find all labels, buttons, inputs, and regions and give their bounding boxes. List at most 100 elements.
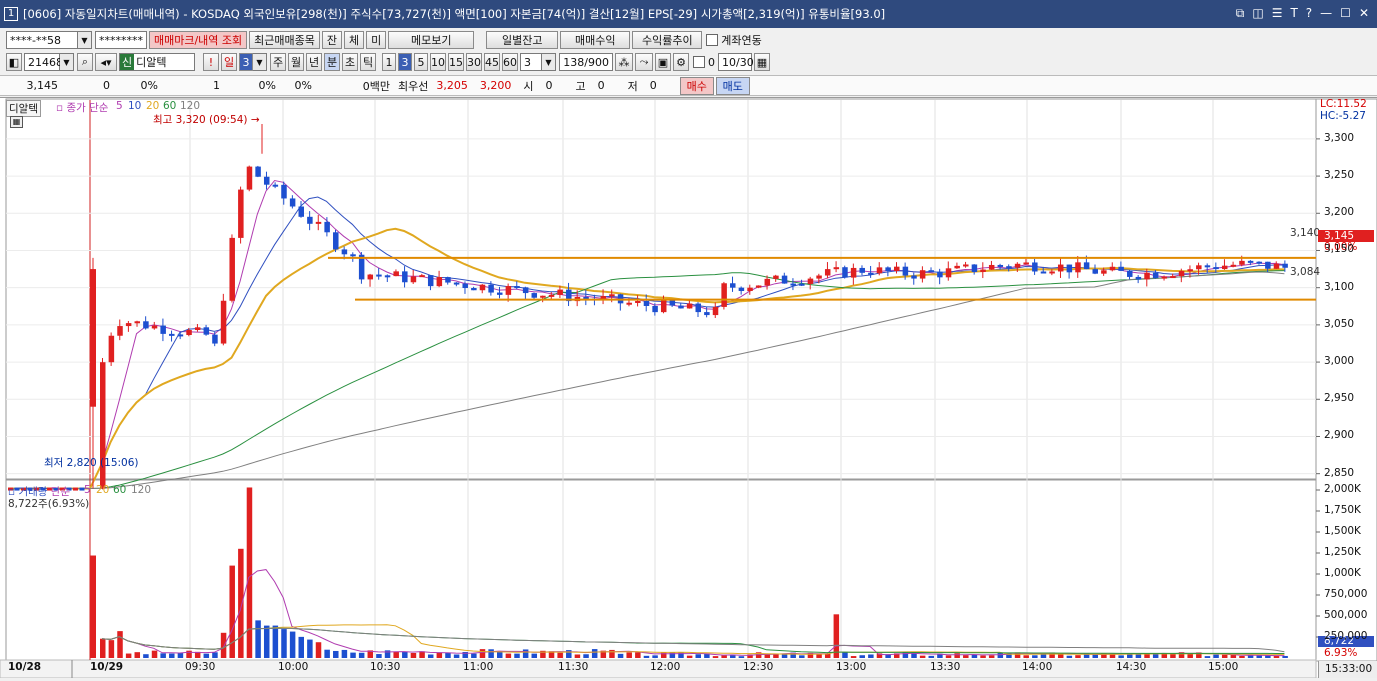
unfilled-button[interactable]: 미 [366,31,387,49]
volume-bar [686,655,693,658]
password-input[interactable]: ******** [95,31,147,49]
volume-bar [177,653,184,658]
minute-3[interactable]: 3 [398,53,412,71]
candle [281,184,287,199]
period-dropdown[interactable]: ▼ [253,53,267,71]
minute-1[interactable]: 1 [382,53,396,71]
candle [263,176,270,185]
price-pane-title[interactable]: 디알텍 [6,100,41,117]
price-ma-10: 10 [128,100,142,112]
volume-bar [1170,654,1176,658]
save-icon[interactable]: ▣ [655,53,671,71]
candle [497,292,503,295]
calendar-icon[interactable]: ▦ [754,53,770,71]
overlay-icon[interactable]: ⁂ [615,53,633,71]
volume-bar [315,642,322,658]
minute-45[interactable]: 45 [484,53,500,71]
candle [954,265,960,269]
font-icon[interactable]: T [1290,6,1297,21]
price-y-tick: 3,000 [1324,355,1355,368]
trade-profit-button[interactable]: 매매수익 [560,31,631,49]
maximize-icon[interactable]: ☐ [1340,6,1351,21]
account-link-checkbox[interactable] [706,34,719,46]
minute-count-input[interactable]: 3 [520,53,542,71]
volume-bar [799,655,805,658]
candle [1057,264,1064,272]
memo-button[interactable]: 메모보기 [388,31,475,49]
search-icon[interactable]: ⌕ [77,53,93,71]
link-icon[interactable]: ⧉ [1236,6,1245,21]
chart-svg[interactable] [0,98,1377,679]
x-tick-label: 14:30 [1116,661,1147,673]
account-input[interactable]: ****-**58 [6,31,78,49]
yield-trend-button[interactable]: 수익률추이 [632,31,703,49]
volume-bar [100,638,106,658]
candle [773,275,779,279]
candle [643,300,650,306]
prev-stock-icon[interactable]: ◂▾ [95,53,117,71]
stock-code-dropdown[interactable]: ▼ [60,53,74,71]
trendline-icon[interactable]: ⤳ [635,53,653,71]
period-day-count[interactable]: 3 [239,53,253,71]
period-day[interactable]: 일 [221,53,237,71]
trade-mark-button[interactable]: 매매마크/내역 조회 [149,31,248,49]
candle [1083,262,1090,270]
volume-ma-60 [101,627,1285,654]
candle [997,264,1004,267]
candle [885,267,891,272]
minute-10[interactable]: 10 [430,53,446,71]
candle [169,333,175,336]
minute-count-dropdown[interactable]: ▼ [542,53,556,71]
data-range-field[interactable]: 138/900 [559,53,613,71]
candle [1127,270,1133,277]
volume-bar [471,653,477,658]
volume-bar [859,655,865,658]
candle [730,283,736,288]
candle [522,287,529,294]
candle [850,267,857,278]
volume-percent-1: 0% [258,79,276,92]
minute-5[interactable]: 5 [414,53,428,71]
candle [816,275,822,279]
alert-button[interactable]: ! [203,53,219,71]
buy-button[interactable]: 매수 [679,76,714,95]
period-month[interactable]: 월 [288,53,304,71]
candle [117,326,123,336]
balance-button[interactable]: 잔 [321,31,343,49]
period-tick[interactable]: 틱 [360,53,376,71]
period-week[interactable]: 주 [270,53,286,71]
recent-trades-button[interactable]: 최근매매종목 [249,31,320,49]
chart-area[interactable]: 디알텍 ▫ 종가 단순 5 10 20 60 120 ▦ 최고 3,320 (0… [0,97,1377,679]
restore-icon[interactable]: ◫ [1252,6,1263,21]
period-minute[interactable]: 분 [324,53,340,71]
volume-bar [160,653,166,658]
minute-15[interactable]: 15 [448,53,464,71]
minimize-icon[interactable]: — [1320,6,1332,21]
daily-balance-button[interactable]: 일별잔고 [486,31,559,49]
gear-icon[interactable]: ⚙ [673,53,689,71]
minute-30[interactable]: 30 [466,53,482,71]
layout-icon[interactable]: ◧ [6,53,22,71]
period-year[interactable]: 년 [306,53,322,71]
filled-button[interactable]: 체 [344,31,365,49]
table-icon[interactable]: ▦ [10,116,23,128]
volume-bar [557,652,563,658]
minute-60[interactable]: 60 [502,53,518,71]
x-tick-label: 10:30 [370,661,401,673]
zero-checkbox[interactable] [693,56,705,68]
period-second[interactable]: 초 [342,53,358,71]
candle [186,330,192,335]
account-dropdown[interactable]: ▼ [78,31,92,49]
date-input[interactable]: 10/30 [718,53,754,71]
settings-icon[interactable]: ☰ [1272,6,1283,21]
candle [384,275,391,278]
volume-bar [186,650,192,658]
close-icon[interactable]: ✕ [1359,6,1369,21]
sell-button[interactable]: 매도 [715,76,750,95]
help-icon[interactable]: ? [1306,6,1312,21]
volume-bar [255,620,261,658]
stock-name-field[interactable]: 신 디알텍 [119,53,195,71]
price-y-tick: 3,300 [1324,131,1355,144]
stock-code-input[interactable]: 214680 [24,53,70,71]
volume-ma-5 [101,569,1285,657]
